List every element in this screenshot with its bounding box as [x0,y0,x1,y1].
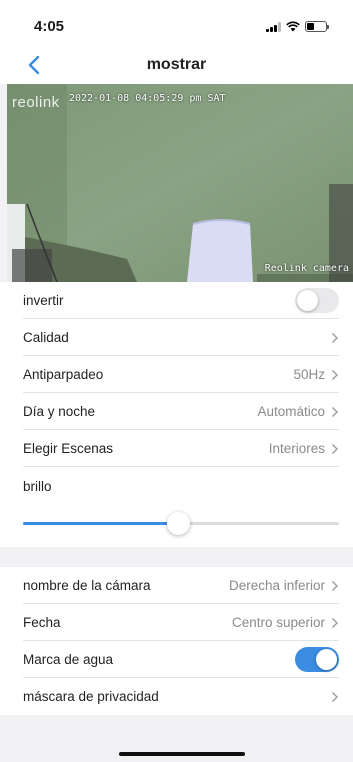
home-indicator [119,752,245,756]
brightness-block: brillo [0,467,353,539]
invert-row: invertir [0,282,353,319]
page-title: mostrar [146,56,207,73]
privacy-mask-label: máscara de privacidad [23,689,159,704]
antiflicker-label: Antiparpadeo [23,367,104,382]
status-time: 4:05 [34,18,65,35]
chevron-right-icon [332,332,338,343]
camera-name-row[interactable]: nombre de la cámara Derecha inferior [0,567,353,604]
chevron-right-icon [332,691,338,702]
chevron-right-icon [332,617,338,628]
camera-logo: reolink [12,94,60,111]
camera-preview: reolink 2022-01-08 04:05:29 pm SAT Reoli… [7,84,353,282]
privacy-mask-row[interactable]: máscara de privacidad [0,678,353,715]
watermark-row: Marca de agua [0,641,353,678]
quality-row[interactable]: Calidad [0,319,353,356]
battery-icon [305,21,329,32]
slider-fill [23,522,178,525]
invert-toggle[interactable] [295,288,339,313]
slider-thumb[interactable] [167,512,190,535]
date-value: Centro superior [231,615,325,630]
toggle-knob [316,649,337,670]
scenes-value: Interiores [268,441,325,456]
status-bar: 4:05 [0,0,353,46]
scenes-label: Elegir Escenas [23,441,114,456]
day-night-value: Automático [257,404,325,419]
day-night-row[interactable]: Día y noche Automático [0,393,353,430]
camera-name-value: Derecha inferior [228,578,325,593]
watermark-toggle[interactable] [295,647,339,672]
osd-settings-group: nombre de la cámara Derecha inferior Fec… [0,567,353,715]
toggle-knob [297,290,318,311]
wifi-icon [286,21,300,32]
antiflicker-row[interactable]: Antiparpadeo 50Hz [0,356,353,393]
day-night-label: Día y noche [23,404,96,419]
watermark-label: Marca de agua [23,652,114,667]
camera-image [7,84,353,282]
brightness-label: brillo [23,479,52,494]
invert-label: invertir [23,293,64,308]
camera-name-label: nombre de la cámara [23,578,151,593]
status-icons [266,21,329,32]
chevron-right-icon [332,369,338,380]
image-settings-group: invertir Calidad Antiparpadeo 50Hz Día y… [0,282,353,547]
chevron-right-icon [332,443,338,454]
signal-icon [266,21,281,32]
chevron-right-icon [332,580,338,591]
scenes-row[interactable]: Elegir Escenas Interiores [0,430,353,467]
camera-watermark-label: Reolink camera [264,263,349,274]
date-label: Fecha [23,615,61,630]
quality-label: Calidad [23,330,69,345]
camera-timestamp: 2022-01-08 04:05:29 pm SAT [69,93,226,104]
brightness-slider[interactable] [23,512,339,535]
nav-bar: mostrar [0,46,353,84]
date-row[interactable]: Fecha Centro superior [0,604,353,641]
antiflicker-value: 50Hz [293,367,325,382]
chevron-right-icon [332,406,338,417]
